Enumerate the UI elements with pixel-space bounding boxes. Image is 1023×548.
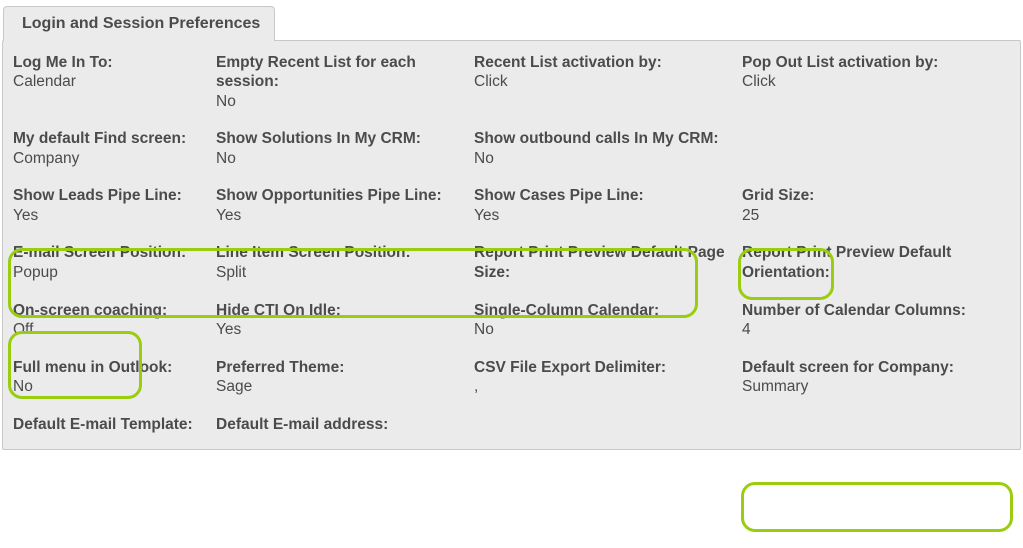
tab-login-session-preferences[interactable]: Login and Session Preferences (3, 6, 275, 41)
default-email-template-label: Default E-mail Template: (13, 415, 216, 434)
onscreen-coaching-label: On-screen coaching: (13, 301, 216, 320)
show-solutions-value: No (216, 150, 474, 169)
preferences-panel: Login and Session Preferences Log Me In … (2, 40, 1021, 450)
hide-cti-on-idle-label: Hide CTI On Idle: (216, 301, 474, 320)
preferred-theme-label: Preferred Theme: (216, 358, 474, 377)
default-email-address-label: Default E-mail address: (216, 415, 474, 434)
default-company-screen-value: Summary (742, 378, 1011, 397)
number-calendar-columns-value: 4 (742, 321, 1011, 340)
line-item-screen-position-value: Split (216, 264, 474, 283)
report-print-preview-page-size-label: Report Print Preview Default Page Size: (474, 243, 742, 282)
show-opportunities-pipeline-value: Yes (216, 207, 474, 226)
default-company-screen-label: Default screen for Company: (742, 358, 1011, 377)
tab-title: Login and Session Preferences (22, 15, 260, 32)
show-leads-pipeline-label: Show Leads Pipe Line: (13, 186, 216, 205)
popout-list-activation-label: Pop Out List activation by: (742, 53, 1011, 72)
default-find-screen-value: Company (13, 150, 216, 169)
email-screen-position-value: Popup (13, 264, 216, 283)
csv-export-delimiter-value: , (474, 378, 742, 397)
single-column-calendar-value: No (474, 321, 742, 340)
line-item-screen-position-label: Line Item Screen Position: (216, 243, 474, 262)
show-cases-pipeline-label: Show Cases Pipe Line: (474, 186, 742, 205)
full-menu-outlook-label: Full menu in Outlook: (13, 358, 216, 377)
recent-list-activation-value: Click (474, 73, 742, 92)
hide-cti-on-idle-value: Yes (216, 321, 474, 340)
number-calendar-columns-label: Number of Calendar Columns: (742, 301, 1011, 320)
highlight-default-company-screen (741, 482, 1013, 532)
login-target-value: Calendar (13, 73, 216, 92)
grid-size-value: 25 (742, 207, 1011, 226)
csv-export-delimiter-label: CSV File Export Delimiter: (474, 358, 742, 377)
login-target-label: Log Me In To: (13, 53, 216, 72)
default-find-screen-label: My default Find screen: (13, 129, 216, 148)
single-column-calendar-label: Single-Column Calendar: (474, 301, 742, 320)
preferred-theme-value: Sage (216, 378, 474, 397)
empty-recent-list-label: Empty Recent List for each session: (216, 53, 474, 92)
show-solutions-label: Show Solutions In My CRM: (216, 129, 474, 148)
report-print-preview-orientation-label: Report Print Preview Default Orientation… (742, 243, 1011, 282)
show-outbound-calls-value: No (474, 150, 742, 169)
onscreen-coaching-value: Off (13, 321, 216, 340)
full-menu-outlook-value: No (13, 378, 216, 397)
preferences-grid: Log Me In To:Calendar Empty Recent List … (3, 41, 1020, 449)
empty-recent-list-value: No (216, 93, 474, 112)
show-cases-pipeline-value: Yes (474, 207, 742, 226)
popout-list-activation-value: Click (742, 73, 1011, 92)
email-screen-position-label: E-mail Screen Position: (13, 243, 216, 262)
show-leads-pipeline-value: Yes (13, 207, 216, 226)
show-opportunities-pipeline-label: Show Opportunities Pipe Line: (216, 186, 474, 205)
grid-size-label: Grid Size: (742, 186, 1011, 205)
recent-list-activation-label: Recent List activation by: (474, 53, 742, 72)
show-outbound-calls-label: Show outbound calls In My CRM: (474, 129, 742, 148)
